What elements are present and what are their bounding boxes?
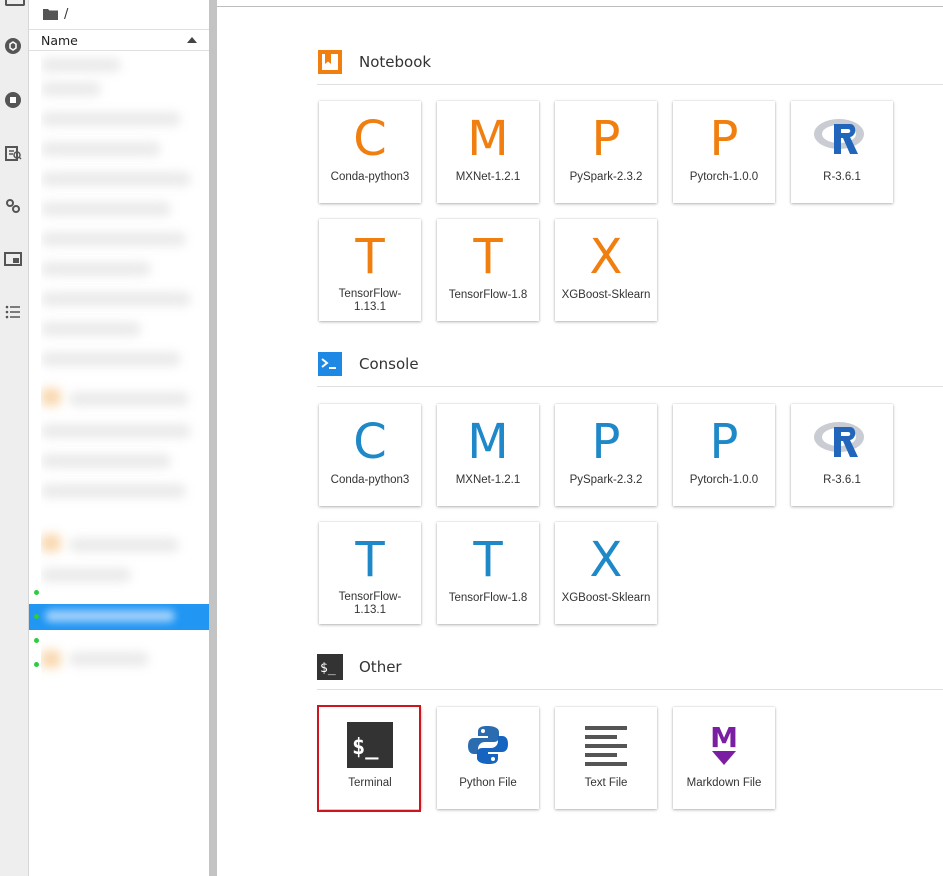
breadcrumb[interactable]: /	[43, 4, 68, 24]
section-divider	[317, 386, 943, 387]
section-divider	[317, 84, 943, 85]
file-list-header[interactable]: Name	[29, 29, 209, 51]
folder-tab-icon[interactable]	[5, 0, 25, 6]
running-sessions-icon[interactable]	[3, 90, 23, 110]
console-conda-python3-card[interactable]: C Conda-python3	[319, 404, 421, 506]
section-divider	[317, 689, 943, 690]
card-label: TensorFlow-1.13.1	[338, 288, 402, 313]
svg-text:$_: $_	[352, 735, 379, 760]
card-label: R-3.6.1	[823, 171, 861, 183]
kernel-glyph: M	[467, 414, 509, 470]
console-mxnet-card[interactable]: M MXNet-1.2.1	[437, 404, 539, 506]
card-label: XGBoost-Sklearn	[561, 592, 651, 604]
r-logo-icon	[791, 414, 893, 470]
console-r-card[interactable]: R-3.6.1	[791, 404, 893, 506]
console-tensorflow-1-8-card[interactable]: T TensorFlow-1.8	[437, 522, 539, 624]
notebook-section-title: Notebook	[317, 48, 431, 76]
other-section-label: Other	[359, 658, 402, 676]
git-icon[interactable]	[3, 36, 23, 56]
card-label: Text File	[584, 777, 628, 789]
running-indicator	[34, 638, 39, 643]
terminal-card[interactable]: $_ Terminal	[319, 707, 421, 809]
commands-icon[interactable]	[3, 196, 23, 216]
notebook-pyspark-card[interactable]: P PySpark-2.3.2	[555, 101, 657, 203]
kernel-glyph: X	[589, 229, 623, 285]
card-label: Pytorch-1.0.0	[689, 171, 759, 183]
card-label: Conda-python3	[330, 171, 410, 183]
kernel-glyph: C	[353, 414, 387, 470]
notebook-pytorch-card[interactable]: P Pytorch-1.0.0	[673, 101, 775, 203]
card-label: MXNet-1.2.1	[455, 474, 521, 486]
folder-icon	[43, 9, 58, 20]
python-file-card[interactable]: Python File	[437, 707, 539, 809]
card-label: TensorFlow-1.8	[448, 592, 528, 604]
breadcrumb-root[interactable]: /	[64, 7, 68, 22]
activity-bar	[0, 0, 29, 876]
notebook-tensorflow-1-8-card[interactable]: T TensorFlow-1.8	[437, 219, 539, 321]
svg-text:M: M	[710, 721, 738, 754]
card-label: Pytorch-1.0.0	[689, 474, 759, 486]
kernel-glyph: C	[353, 111, 387, 167]
console-pyspark-card[interactable]: P PySpark-2.3.2	[555, 404, 657, 506]
text-file-icon	[555, 717, 657, 773]
table-of-contents-icon[interactable]	[3, 302, 23, 322]
notebook-tensorflow-1-13-card[interactable]: T TensorFlow-1.13.1	[319, 219, 421, 321]
file-browser-panel: / Name	[29, 0, 209, 876]
text-file-card[interactable]: Text File	[555, 707, 657, 809]
kernel-glyph: P	[709, 414, 739, 470]
card-label: PySpark-2.3.2	[569, 474, 643, 486]
markdown-icon: M	[673, 717, 775, 773]
tabs-icon[interactable]	[3, 249, 23, 269]
card-label: TensorFlow-1.13.1	[338, 591, 402, 616]
console-section-title: Console	[317, 350, 419, 378]
console-xgboost-card[interactable]: X XGBoost-Sklearn	[555, 522, 657, 624]
file-list-item-selected[interactable]	[29, 604, 209, 630]
running-indicator	[34, 590, 39, 595]
markdown-file-card[interactable]: M Markdown File	[673, 707, 775, 809]
card-label: PySpark-2.3.2	[569, 171, 643, 183]
console-icon	[317, 351, 343, 377]
notebook-mxnet-card[interactable]: M MXNet-1.2.1	[437, 101, 539, 203]
notebook-icon	[317, 49, 343, 75]
notebook-section-label: Notebook	[359, 53, 432, 71]
kernel-glyph: T	[473, 229, 503, 285]
kernel-glyph: T	[473, 532, 503, 588]
kernel-glyph: P	[709, 111, 739, 167]
console-tensorflow-1-13-card[interactable]: T TensorFlow-1.13.1	[319, 522, 421, 624]
kernel-glyph: T	[355, 532, 385, 588]
panel-splitter[interactable]	[209, 0, 217, 876]
name-column-header[interactable]: Name	[41, 33, 78, 48]
notebook-r-card[interactable]: R-3.6.1	[791, 101, 893, 203]
tab-bar-divider	[217, 6, 943, 7]
kernel-glyph: P	[591, 414, 621, 470]
r-logo-icon	[791, 111, 893, 167]
kernel-glyph: P	[591, 111, 621, 167]
card-label: MXNet-1.2.1	[455, 171, 521, 183]
card-label: Terminal	[348, 777, 392, 789]
console-pytorch-card[interactable]: P Pytorch-1.0.0	[673, 404, 775, 506]
launcher: Notebook C Conda-python3 M MXNet-1.2.1 P…	[217, 0, 943, 876]
card-label: Conda-python3	[330, 474, 410, 486]
card-label: TensorFlow-1.8	[448, 289, 528, 301]
card-label: Markdown File	[686, 777, 762, 789]
other-section-title: $_ Other	[317, 653, 402, 681]
kernel-glyph: X	[589, 532, 623, 588]
card-label: XGBoost-Sklearn	[561, 289, 651, 301]
kernel-glyph: T	[355, 229, 385, 285]
sort-ascending-icon[interactable]	[187, 37, 197, 43]
python-logo-icon	[437, 717, 539, 773]
card-label: Python File	[459, 777, 517, 789]
kernel-glyph: M	[467, 111, 509, 167]
console-section-label: Console	[359, 355, 419, 373]
notebook-conda-python3-card[interactable]: C Conda-python3	[319, 101, 421, 203]
card-label: R-3.6.1	[823, 474, 861, 486]
terminal-icon: $_	[319, 717, 421, 773]
file-list[interactable]	[41, 52, 201, 682]
property-inspector-icon[interactable]	[3, 143, 23, 163]
running-indicator	[34, 614, 39, 619]
svg-text:$_: $_	[320, 661, 336, 676]
running-indicator	[34, 662, 39, 667]
notebook-xgboost-card[interactable]: X XGBoost-Sklearn	[555, 219, 657, 321]
terminal-section-icon: $_	[317, 654, 343, 680]
